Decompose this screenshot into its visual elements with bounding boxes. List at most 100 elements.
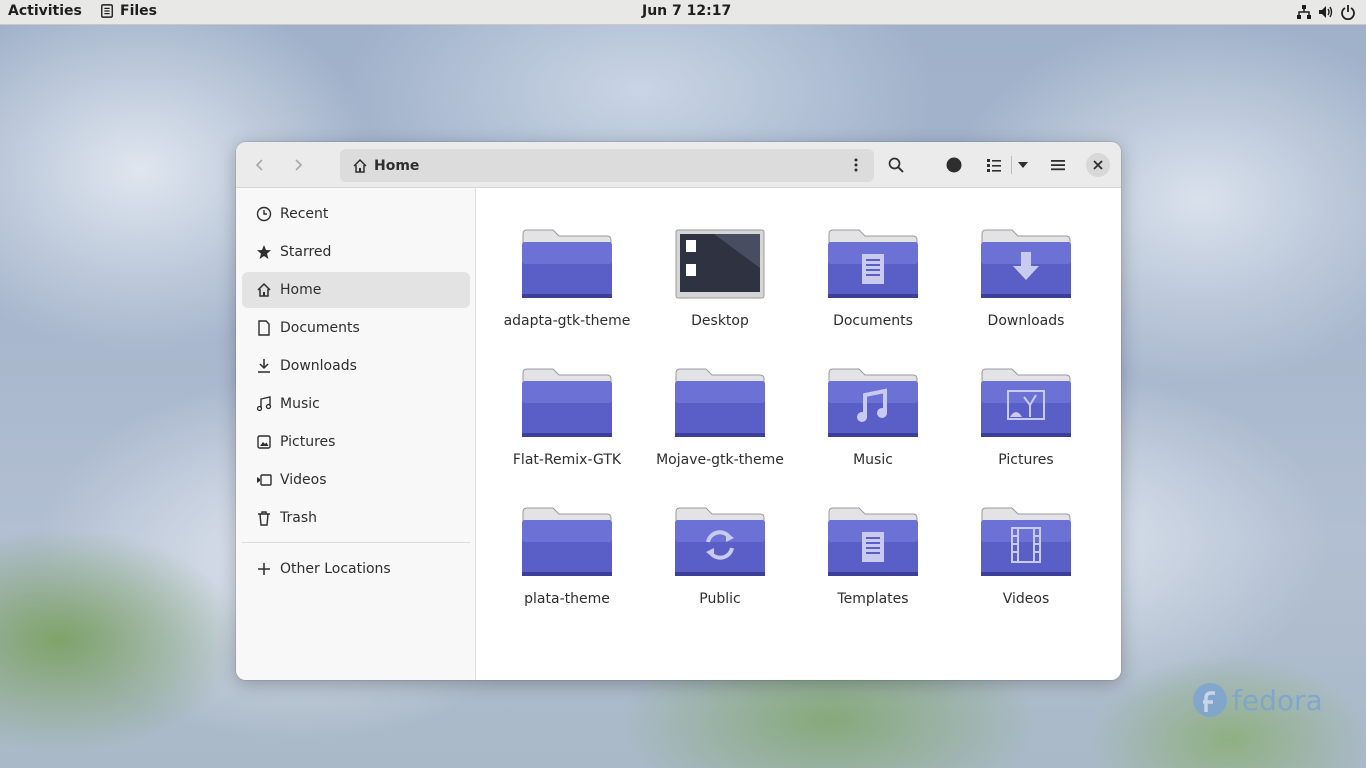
folder-music-icon	[828, 368, 918, 437]
file-name: Downloads	[987, 313, 1065, 329]
sidebar-item-trash[interactable]: Trash	[242, 500, 470, 536]
download-icon	[258, 359, 270, 373]
file-name: Flat-Remix-GTK	[512, 452, 622, 468]
home-icon	[353, 158, 367, 173]
clock-icon	[256, 206, 272, 222]
sidebar-item-label: Pictures	[280, 434, 336, 450]
sidebar-item-recent[interactable]: Recent	[242, 196, 470, 232]
file-item[interactable]: plata-theme	[492, 506, 642, 636]
folder-icon	[522, 368, 612, 437]
folder-videos-icon	[981, 507, 1071, 576]
sidebar-item-label: Recent	[280, 206, 329, 222]
chevron-down-icon	[1018, 162, 1028, 168]
music-icon	[256, 396, 272, 412]
file-grid: adapta-gtk-theme Desktop Documents Downl…	[477, 188, 1121, 680]
sidebar-item-music[interactable]: Music	[242, 386, 470, 422]
sidebar-item-label: Documents	[280, 320, 360, 336]
operations-button[interactable]	[942, 153, 966, 177]
hamburger-icon	[1051, 160, 1065, 171]
forward-button[interactable]	[286, 153, 310, 177]
list-view-button[interactable]	[982, 153, 1006, 177]
progress-pie-icon	[946, 157, 962, 173]
document-icon	[258, 320, 270, 336]
sidebar-item-pictures[interactable]: Pictures	[242, 424, 470, 460]
current-location: Home	[374, 157, 420, 174]
folder-pictures-icon	[981, 368, 1071, 437]
app-name: Files	[120, 3, 157, 19]
top-bar: Activities Files Jun 7 12:17	[0, 0, 1366, 25]
file-item[interactable]: Flat-Remix-GTK	[492, 367, 642, 497]
search-icon	[888, 157, 904, 173]
file-item[interactable]: Desktop	[645, 228, 795, 358]
file-name: Documents	[833, 313, 913, 329]
folder-downloads-icon	[981, 229, 1071, 298]
path-bar[interactable]: Home	[340, 149, 874, 182]
close-button[interactable]	[1086, 153, 1110, 177]
app-menu[interactable]: Files	[100, 3, 157, 19]
chevron-left-icon	[255, 159, 263, 171]
sidebar-item-label: Downloads	[280, 358, 357, 374]
file-name: Templates	[837, 591, 909, 607]
sidebar-separator	[242, 542, 470, 543]
back-button[interactable]	[248, 153, 272, 177]
file-item[interactable]: Downloads	[951, 228, 1101, 358]
system-tray[interactable]	[1296, 4, 1356, 20]
fedora-wordmark: fedora	[1232, 683, 1323, 717]
sidebar-item-other-locations[interactable]: Other Locations	[242, 551, 470, 587]
network-icon	[1297, 5, 1311, 19]
file-name: Desktop	[691, 313, 749, 329]
sidebar: Recent Starred Home Documents Downloads …	[236, 188, 476, 680]
file-item[interactable]: Pictures	[951, 367, 1101, 497]
files-window: Home Recent Starred Home Documents Downl…	[236, 142, 1121, 680]
view-separator	[1011, 156, 1012, 174]
volume-icon	[1319, 6, 1333, 18]
file-item[interactable]: Music	[798, 367, 948, 497]
fedora-icon	[1193, 683, 1227, 717]
activities-button[interactable]: Activities	[8, 3, 82, 19]
desktop-icon	[675, 229, 765, 299]
list-view-icon	[987, 159, 1001, 172]
folder-icon	[522, 229, 612, 298]
view-options-button[interactable]	[1013, 153, 1033, 177]
file-name: adapta-gtk-theme	[503, 313, 631, 329]
header-bar: Home	[236, 142, 1121, 188]
file-item[interactable]: Mojave-gtk-theme	[645, 367, 795, 497]
search-button[interactable]	[884, 153, 908, 177]
main-menu-button[interactable]	[1046, 153, 1070, 177]
files-app-icon	[101, 4, 113, 18]
home-icon	[257, 282, 271, 297]
sidebar-item-label: Videos	[280, 472, 327, 488]
folder-icon	[675, 368, 765, 437]
folder-icon	[522, 507, 612, 576]
clock[interactable]: Jun 7 12:17	[642, 3, 731, 19]
location-menu-icon[interactable]	[848, 157, 864, 173]
power-icon	[1341, 5, 1355, 20]
picture-icon	[257, 435, 271, 449]
sidebar-item-label: Other Locations	[280, 561, 391, 577]
file-item[interactable]: Documents	[798, 228, 948, 358]
video-icon	[257, 474, 272, 486]
file-item[interactable]: adapta-gtk-theme	[492, 228, 642, 358]
sidebar-item-downloads[interactable]: Downloads	[242, 348, 470, 384]
sidebar-item-label: Home	[280, 282, 322, 298]
file-name: Music	[853, 452, 893, 468]
plus-icon	[258, 563, 270, 575]
file-item[interactable]: Videos	[951, 506, 1101, 636]
sidebar-item-home[interactable]: Home	[242, 272, 470, 308]
file-item[interactable]: Public	[645, 506, 795, 636]
file-name: plata-theme	[524, 591, 610, 607]
chevron-right-icon	[295, 159, 303, 171]
file-item[interactable]: Templates	[798, 506, 948, 636]
sidebar-item-videos[interactable]: Videos	[242, 462, 470, 498]
sidebar-item-label: Trash	[280, 510, 317, 526]
sidebar-item-label: Starred	[280, 244, 332, 260]
sidebar-item-starred[interactable]: Starred	[242, 234, 470, 270]
file-name: Pictures	[998, 452, 1054, 468]
file-name: Videos	[1002, 591, 1050, 607]
folder-public-icon	[675, 507, 765, 576]
sidebar-item-label: Music	[280, 396, 320, 412]
trash-icon	[258, 511, 270, 526]
fedora-logo: fedora	[1192, 682, 1323, 718]
file-name: Mojave-gtk-theme	[656, 452, 784, 468]
sidebar-item-documents[interactable]: Documents	[242, 310, 470, 346]
